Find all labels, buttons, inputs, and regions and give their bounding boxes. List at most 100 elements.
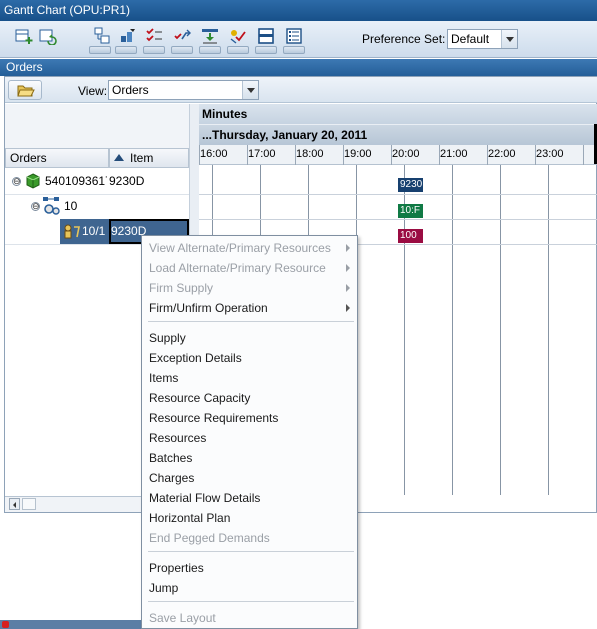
gantt-bar[interactable]: 100: [398, 229, 423, 243]
submenu-arrow-icon: [346, 304, 350, 312]
menu-item-end-pegged-demands[interactable]: End Pegged Demands: [148, 528, 352, 548]
menu-item-label: Material Flow Details: [149, 491, 261, 505]
chevron-down-icon: [501, 30, 517, 48]
menu-item-view-alternate-primary-resources[interactable]: View Alternate/Primary Resources: [148, 238, 352, 258]
menu-item-resource-capacity[interactable]: Resource Capacity: [148, 388, 352, 408]
menu-item-firm-supply[interactable]: Firm Supply: [148, 278, 352, 298]
grid-line: [500, 165, 501, 495]
preference-set-label: Preference Set:: [362, 32, 446, 46]
table-row[interactable]: ⊖ 5401093617 9230D: [5, 169, 189, 195]
filter-resource-icon[interactable]: [116, 26, 140, 46]
chevron-down-icon: [242, 81, 258, 99]
resource-icon: [64, 224, 80, 239]
menu-item-items[interactable]: Items: [148, 368, 352, 388]
hour-tick: [343, 145, 344, 165]
open-folder-button[interactable]: [8, 80, 42, 100]
menu-item-exception-details[interactable]: Exception Details: [148, 348, 352, 368]
docked-window-tab[interactable]: [0, 620, 150, 629]
menu-item-charges[interactable]: Charges: [148, 468, 352, 488]
item-value: [109, 194, 189, 219]
column-header-item[interactable]: Item: [109, 148, 189, 168]
hour-tick: [439, 145, 440, 165]
toolbar-dropdown[interactable]: [143, 46, 165, 54]
menu-item-label: Batches: [149, 451, 193, 465]
window-title-bar: Gantt Chart (OPU:PR1): [0, 0, 597, 21]
menu-item-material-flow-details[interactable]: Material Flow Details: [148, 488, 352, 508]
hour-label: 19:00: [344, 148, 372, 160]
table-row[interactable]: ⊖ 10: [5, 194, 189, 220]
new-row-icon[interactable]: [12, 26, 36, 46]
gantt-bar-label: 100: [400, 230, 417, 241]
app-icon: [2, 621, 9, 628]
gantt-bar[interactable]: 9230D: [398, 178, 423, 192]
check-list-icon[interactable]: [142, 26, 166, 46]
toolbar-dropdown[interactable]: [199, 46, 221, 54]
toolbar-dropdown[interactable]: [283, 46, 305, 54]
open-folder-icon: [17, 85, 35, 97]
menu-item-properties[interactable]: Properties: [148, 558, 352, 578]
menu-item-label: Firm Supply: [149, 281, 214, 295]
menu-item-jump[interactable]: Jump: [148, 578, 352, 598]
menu-item-resources[interactable]: Resources: [148, 428, 352, 448]
menu-item-label: Properties: [149, 561, 204, 575]
toolbar-dropdown[interactable]: [171, 46, 193, 54]
view-value: Orders: [112, 83, 149, 97]
menu-item-label: Resources: [149, 431, 207, 445]
tree-header-spacer: [5, 104, 199, 148]
hour-tick: [583, 145, 584, 165]
menu-item-label: Resource Requirements: [149, 411, 279, 425]
preference-set-select[interactable]: Default: [447, 29, 518, 49]
menu-item-firm-unfirm-operation[interactable]: Firm/Unfirm Operation: [148, 298, 352, 318]
constraint-check-icon[interactable]: [226, 26, 250, 46]
gantt-bar[interactable]: 10:F: [398, 204, 423, 218]
row-divider: [199, 219, 597, 220]
gantt-bar-label: 10:F: [400, 205, 421, 216]
scroll-left-button[interactable]: [9, 498, 20, 510]
submenu-arrow-icon: [346, 244, 350, 252]
hour-label: 17:00: [248, 148, 276, 160]
orders-panel-title: Orders: [6, 60, 43, 74]
gantt-date-header: ...Thursday, January 20, 2011: [199, 124, 597, 145]
hour-tick: [391, 145, 392, 165]
menu-item-label: Load Alternate/Primary Resource: [149, 261, 326, 275]
order-cube-icon: [26, 173, 40, 189]
list-icon[interactable]: [282, 26, 306, 46]
menu-item-label: Firm/Unfirm Operation: [149, 301, 268, 315]
align-icon[interactable]: [198, 26, 222, 46]
toolbar-dropdown[interactable]: [115, 46, 137, 54]
column-header-orders[interactable]: Orders: [5, 148, 109, 168]
menu-item-batches[interactable]: Batches: [148, 448, 352, 468]
menu-item-resource-requirements[interactable]: Resource Requirements: [148, 408, 352, 428]
collapse-icon[interactable]: ⊖: [12, 177, 21, 186]
toolbar-dropdown[interactable]: [227, 46, 249, 54]
check-arrow-icon[interactable]: [170, 26, 194, 46]
hour-label: 20:00: [392, 148, 420, 160]
toolbar-dropdown[interactable]: [89, 46, 111, 54]
window-title: Gantt Chart (OPU:PR1): [4, 3, 131, 17]
menu-separator: [148, 321, 354, 322]
collapse-icon[interactable]: ⊖: [31, 202, 40, 211]
refresh-icon[interactable]: [36, 26, 60, 46]
order-number: 10: [64, 199, 78, 213]
expand-tree-icon[interactable]: [90, 26, 114, 46]
operation-gears-icon: [43, 197, 60, 215]
menu-item-label: Charges: [149, 471, 195, 485]
menu-item-label: Save Layout: [149, 611, 216, 625]
context-menu: View Alternate/Primary Resources Load Al…: [141, 235, 358, 629]
menu-item-load-alternate-primary-resource[interactable]: Load Alternate/Primary Resource: [148, 258, 352, 278]
hour-tick: [535, 145, 536, 165]
menu-item-label: Horizontal Plan: [149, 511, 231, 525]
menu-item-save-layout[interactable]: Save Layout: [148, 608, 352, 628]
menu-item-supply[interactable]: Supply: [148, 328, 352, 348]
window-icon[interactable]: [254, 26, 278, 46]
menu-item-horizontal-plan[interactable]: Horizontal Plan: [148, 508, 352, 528]
column-header-orders-label: Orders: [10, 151, 47, 165]
view-select[interactable]: Orders: [108, 80, 259, 100]
hour-label: 22:00: [488, 148, 516, 160]
selected-order-cell[interactable]: 10/1: [60, 219, 109, 244]
order-number: 10/1: [82, 224, 106, 238]
hour-label: 18:00: [296, 148, 324, 160]
row-divider: [199, 194, 597, 195]
scroll-thumb[interactable]: [22, 498, 36, 510]
toolbar-dropdown[interactable]: [255, 46, 277, 54]
